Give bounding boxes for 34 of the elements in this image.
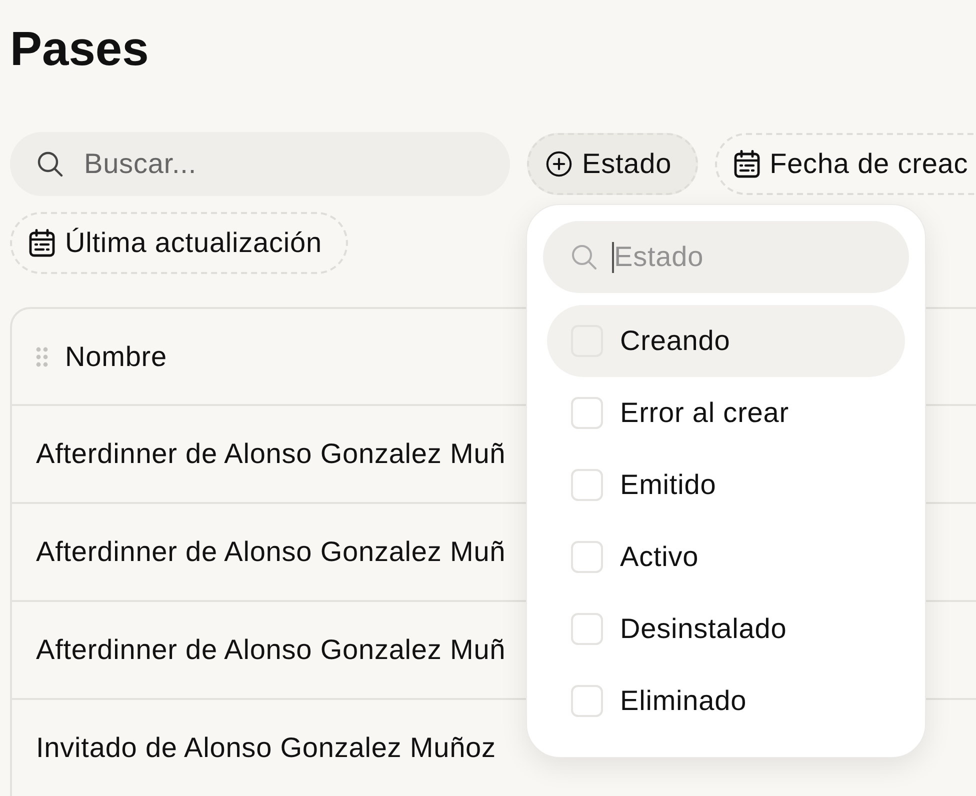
table-cell: Afterdinner de Alonso Gonzalez Muñ xyxy=(36,536,506,568)
status-option[interactable]: Desinstalado xyxy=(547,593,905,665)
option-label: Error al crear xyxy=(620,397,789,429)
option-label: Emitido xyxy=(620,469,716,501)
table-cell: Afterdinner de Alonso Gonzalez Muñ xyxy=(36,634,506,666)
drag-handle-icon[interactable] xyxy=(36,346,48,366)
option-label: Activo xyxy=(620,541,699,573)
checkbox[interactable] xyxy=(571,469,603,501)
option-label: Desinstalado xyxy=(620,613,787,645)
status-option[interactable]: Emitido xyxy=(547,449,905,521)
filter-chip[interactable]: Última actualización xyxy=(10,212,348,274)
calendar-icon xyxy=(29,229,55,257)
column-header: Nombre xyxy=(65,340,167,372)
checkbox[interactable] xyxy=(571,541,603,573)
checkbox[interactable] xyxy=(571,613,603,645)
checkbox[interactable] xyxy=(571,685,603,717)
plus-circle-icon xyxy=(546,150,572,178)
calendar-icon xyxy=(734,150,760,178)
filter-chip[interactable]: Fecha de creac xyxy=(714,133,976,195)
checkbox[interactable] xyxy=(571,397,603,429)
search-icon xyxy=(571,244,597,270)
option-label: Eliminado xyxy=(620,685,747,717)
table-cell: Afterdinner de Alonso Gonzalez Muñ xyxy=(36,438,506,470)
search-icon xyxy=(37,151,63,177)
status-option[interactable]: Eliminado xyxy=(547,665,905,737)
search-field[interactable]: Buscar... xyxy=(10,132,510,196)
status-option[interactable]: Error al crear xyxy=(547,377,905,449)
status-search-field[interactable]: Estado xyxy=(543,221,909,293)
table-cell: Invitado de Alonso Gonzalez Muñoz xyxy=(36,732,496,764)
filter-chip[interactable]: Estado xyxy=(527,133,698,195)
status-option[interactable]: Activo xyxy=(547,521,905,593)
option-label: Creando xyxy=(620,325,730,357)
status-option[interactable]: Creando xyxy=(547,305,905,377)
page-title: Pases xyxy=(10,22,149,78)
